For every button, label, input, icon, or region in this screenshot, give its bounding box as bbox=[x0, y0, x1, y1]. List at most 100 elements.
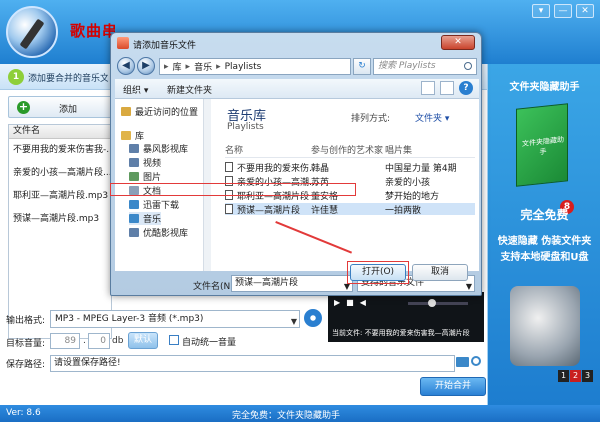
cell-album: 一拍两散 bbox=[385, 206, 422, 216]
cell-album: 梦开始的地方 bbox=[385, 192, 440, 202]
new-folder-button[interactable]: 新建文件夹 bbox=[167, 83, 212, 96]
add-button-label: 添加 bbox=[59, 105, 78, 115]
status-promo-link[interactable]: 完全免费：文件夹隐藏助手 bbox=[232, 408, 340, 421]
volume-decimal-input[interactable]: 0 bbox=[88, 333, 110, 349]
table-row-selected[interactable]: 预谋—高潮片段 许佳慧 一拍两散 bbox=[225, 203, 475, 216]
list-item[interactable]: 耶利亚—高潮片段.mp3 bbox=[9, 185, 111, 208]
start-merge-button[interactable]: 开始合并 bbox=[420, 377, 486, 396]
pager-item-1[interactable]: 1 bbox=[558, 370, 569, 382]
promo-line-1: 快速隐藏 伪装文件夹 bbox=[497, 236, 592, 247]
auto-volume-checkbox[interactable] bbox=[169, 335, 179, 345]
pictures-icon bbox=[129, 172, 139, 181]
version-text: Ver: 8.6 bbox=[6, 408, 41, 418]
selection-highlight-annotation bbox=[110, 183, 356, 196]
video-library-icon bbox=[129, 144, 139, 153]
filename-input[interactable]: 预谋—高潮片段 ▼ bbox=[231, 275, 353, 292]
search-placeholder: 搜索 Playlists bbox=[378, 61, 436, 71]
step-text: 添加要合并的音乐文 bbox=[28, 74, 108, 84]
column-header-name[interactable]: 名称 bbox=[225, 143, 243, 157]
minimize-icon[interactable]: — bbox=[554, 4, 572, 18]
menu-icon[interactable]: ▾ bbox=[532, 4, 550, 18]
breadcrumb-item[interactable]: Playlists bbox=[225, 62, 262, 72]
format-value: MP3 - MPEG Layer-3 音频 (*.mp3) bbox=[55, 314, 204, 324]
view-options-icon[interactable] bbox=[421, 81, 435, 95]
chevron-down-icon: ▼ bbox=[465, 282, 472, 291]
breadcrumb-item[interactable]: 库 bbox=[173, 60, 182, 73]
nav-item-music[interactable]: 音乐 bbox=[129, 212, 162, 225]
gear-icon[interactable] bbox=[304, 309, 322, 327]
cell-album: 亲爱的小孩 bbox=[385, 178, 431, 188]
file-icon bbox=[225, 162, 233, 172]
chevron-right-icon: ▸ bbox=[185, 61, 191, 72]
nav-item-xunlei[interactable]: 迅雷下载 bbox=[129, 198, 179, 211]
default-button[interactable]: 默认 bbox=[128, 332, 158, 349]
chevron-down-icon: ▼ bbox=[290, 317, 297, 326]
search-input[interactable]: 搜索 Playlists bbox=[373, 58, 477, 75]
nav-item-pictures[interactable]: 图片 bbox=[129, 170, 161, 183]
volume-dot: . bbox=[83, 336, 86, 346]
organize-menu[interactable]: 组织 ▾ bbox=[123, 83, 148, 96]
back-arrow-icon[interactable]: ◀ bbox=[117, 57, 135, 75]
column-header-album[interactable]: 唱片集 bbox=[385, 143, 412, 157]
now-playing-text: 当前文件: 不要用我的爱来伤害我—高潮片段 bbox=[332, 329, 470, 337]
recent-places-icon bbox=[121, 107, 131, 116]
play-icon[interactable]: ▶ bbox=[334, 298, 340, 307]
left-panel: + 添加 文件名 不要用我的爱来伤害我-... 亲爱的小孩—高潮片段... 耶利… bbox=[4, 92, 112, 339]
close-icon[interactable]: ✕ bbox=[576, 4, 594, 18]
promo-title: 文件夹隐藏助手 bbox=[509, 82, 580, 93]
column-header-artist[interactable]: 参与创作的艺术家 bbox=[311, 143, 383, 157]
save-path-input[interactable]: 请设置保存路径! bbox=[50, 355, 455, 372]
library-icon bbox=[121, 131, 131, 140]
help-icon[interactable]: ? bbox=[459, 81, 473, 95]
dialog-close-button[interactable]: ✕ bbox=[441, 35, 475, 50]
format-select[interactable]: MP3 - MPEG Layer-3 音频 (*.mp3) ▼ bbox=[50, 310, 300, 328]
nav-item-recent[interactable]: 最近访问的位置 bbox=[121, 105, 198, 118]
arrange-by-select[interactable]: 文件夹 ▾ bbox=[415, 111, 449, 124]
refresh-icon[interactable]: ↻ bbox=[353, 58, 371, 75]
list-item[interactable]: 亲爱的小孩—高潮片段... bbox=[9, 162, 111, 185]
address-row: ◀ ▶ ▸ 库 ▸ 音乐 ▸ Playlists ↻ 搜索 Playlists bbox=[115, 55, 479, 79]
pager-item-3[interactable]: 3 bbox=[582, 370, 593, 382]
volume-icon[interactable]: ◀ bbox=[360, 298, 366, 307]
music-icon bbox=[129, 214, 139, 223]
breadcrumb[interactable]: ▸ 库 ▸ 音乐 ▸ Playlists bbox=[159, 58, 351, 75]
list-item[interactable]: 预谋—高潮片段.mp3 bbox=[9, 208, 111, 231]
cell-album: 中国星力量 第4期 bbox=[385, 164, 457, 174]
pager-item-2[interactable]: 2 bbox=[570, 370, 581, 382]
search-icon[interactable] bbox=[471, 356, 481, 366]
promo-banner[interactable]: 文件夹隐藏助手 文件夹隐藏助手 8 完全免费 快速隐藏 伪装文件夹 支持本地硬盘… bbox=[487, 64, 600, 405]
promo-free-text: 完全免费 bbox=[520, 208, 569, 222]
chevron-right-icon: ▸ bbox=[216, 61, 221, 72]
folder-icon[interactable] bbox=[456, 357, 469, 367]
breadcrumb-item[interactable]: 音乐 bbox=[194, 60, 212, 73]
video-icon bbox=[129, 158, 139, 167]
volume-slider-handle[interactable] bbox=[428, 299, 436, 307]
open-button[interactable]: 打开(O) bbox=[350, 264, 406, 281]
nav-item-baofeng[interactable]: 暴风影视库 bbox=[129, 142, 188, 155]
volume-slider[interactable] bbox=[408, 302, 468, 305]
auto-volume-label: 自动统一音量 bbox=[182, 338, 237, 348]
status-bar: Ver: 8.6 完全免费：文件夹隐藏助手 bbox=[0, 405, 600, 422]
path-label: 保存路径: bbox=[6, 360, 46, 370]
nav-item-videos[interactable]: 视频 bbox=[129, 156, 161, 169]
volume-unit: db bbox=[112, 336, 124, 346]
stop-icon[interactable]: ■ bbox=[346, 298, 354, 307]
forward-arrow-icon[interactable]: ▶ bbox=[137, 57, 155, 75]
table-row[interactable]: 不要用我的爱来伤... 韩晶 中国星力量 第4期 bbox=[225, 161, 475, 174]
add-button[interactable]: + 添加 bbox=[8, 96, 112, 118]
list-header-filename[interactable]: 文件名 bbox=[9, 125, 111, 139]
step-number-badge: 1 bbox=[8, 69, 24, 85]
cancel-button[interactable]: 取消 bbox=[412, 264, 468, 281]
list-item[interactable]: 不要用我的爱来伤害我-... bbox=[9, 139, 111, 162]
preview-pane-icon[interactable] bbox=[440, 81, 454, 95]
volume-input[interactable]: 89 bbox=[50, 333, 80, 349]
promo-line-2: 支持本地硬盘和U盘 bbox=[500, 252, 589, 263]
nav-item-label: 优酷影视库 bbox=[143, 229, 189, 239]
download-icon bbox=[129, 200, 139, 209]
dialog-title: 请添加音乐文件 bbox=[133, 41, 197, 51]
nav-item-youku[interactable]: 优酷影视库 bbox=[129, 226, 188, 239]
nav-item-library[interactable]: 库 bbox=[121, 129, 144, 142]
folder-icon: ▸ bbox=[164, 61, 169, 72]
product-box-text: 文件夹隐藏助手 bbox=[522, 135, 564, 157]
nav-item-label: 迅雷下载 bbox=[143, 201, 180, 211]
